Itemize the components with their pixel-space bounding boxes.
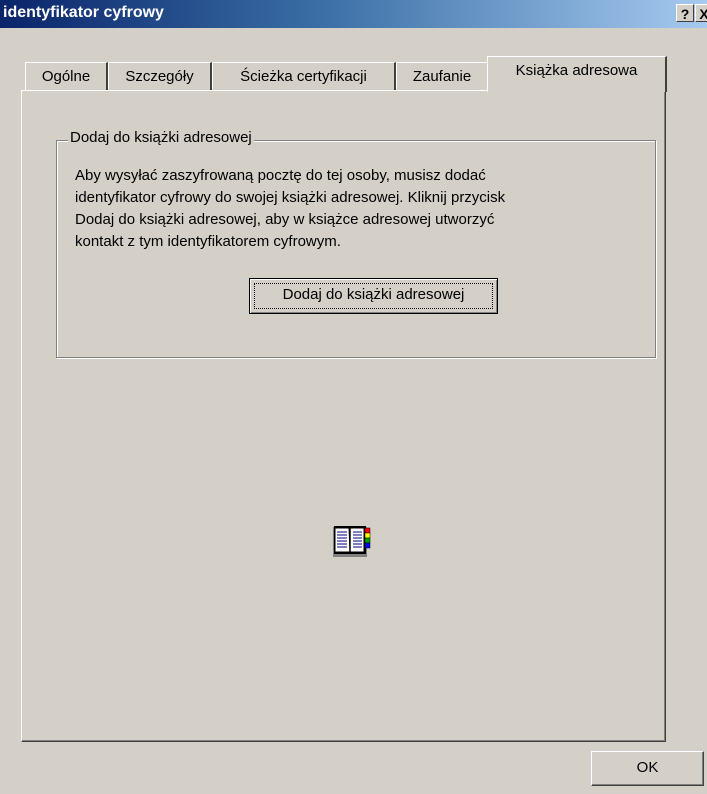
address-book-icon bbox=[333, 526, 371, 557]
description-line: Dodaj do książki adresowej, aby w książc… bbox=[75, 211, 495, 228]
tab-certification-path[interactable]: Ścieżka certyfikacji bbox=[212, 62, 396, 90]
description-line: Aby wysyłać zaszyfrowaną pocztę do tej o… bbox=[75, 167, 486, 184]
title-bar: identyfikator cyfrowy ? X bbox=[0, 0, 707, 28]
window-title: identyfikator cyfrowy bbox=[3, 4, 164, 21]
focus-rectangle bbox=[254, 283, 493, 309]
group-label: Dodaj do książki adresowej bbox=[68, 129, 254, 146]
description-line: kontakt z tym identyfikatorem cyfrowym. bbox=[75, 233, 341, 250]
help-button[interactable]: ? bbox=[676, 4, 694, 22]
tab-general[interactable]: Ogólne bbox=[25, 62, 108, 90]
tab-trust[interactable]: Zaufanie bbox=[396, 62, 489, 90]
tab-details[interactable]: Szczegóły bbox=[108, 62, 212, 90]
tab-address-book[interactable]: Książka adresowa bbox=[487, 56, 667, 92]
add-to-address-book-button[interactable]: Dodaj do książki adresowej bbox=[249, 278, 498, 314]
close-button[interactable]: X bbox=[695, 4, 707, 22]
description-line: identyfikator cyfrowy do swojej książki … bbox=[75, 189, 506, 206]
ok-button[interactable]: OK bbox=[591, 751, 704, 786]
